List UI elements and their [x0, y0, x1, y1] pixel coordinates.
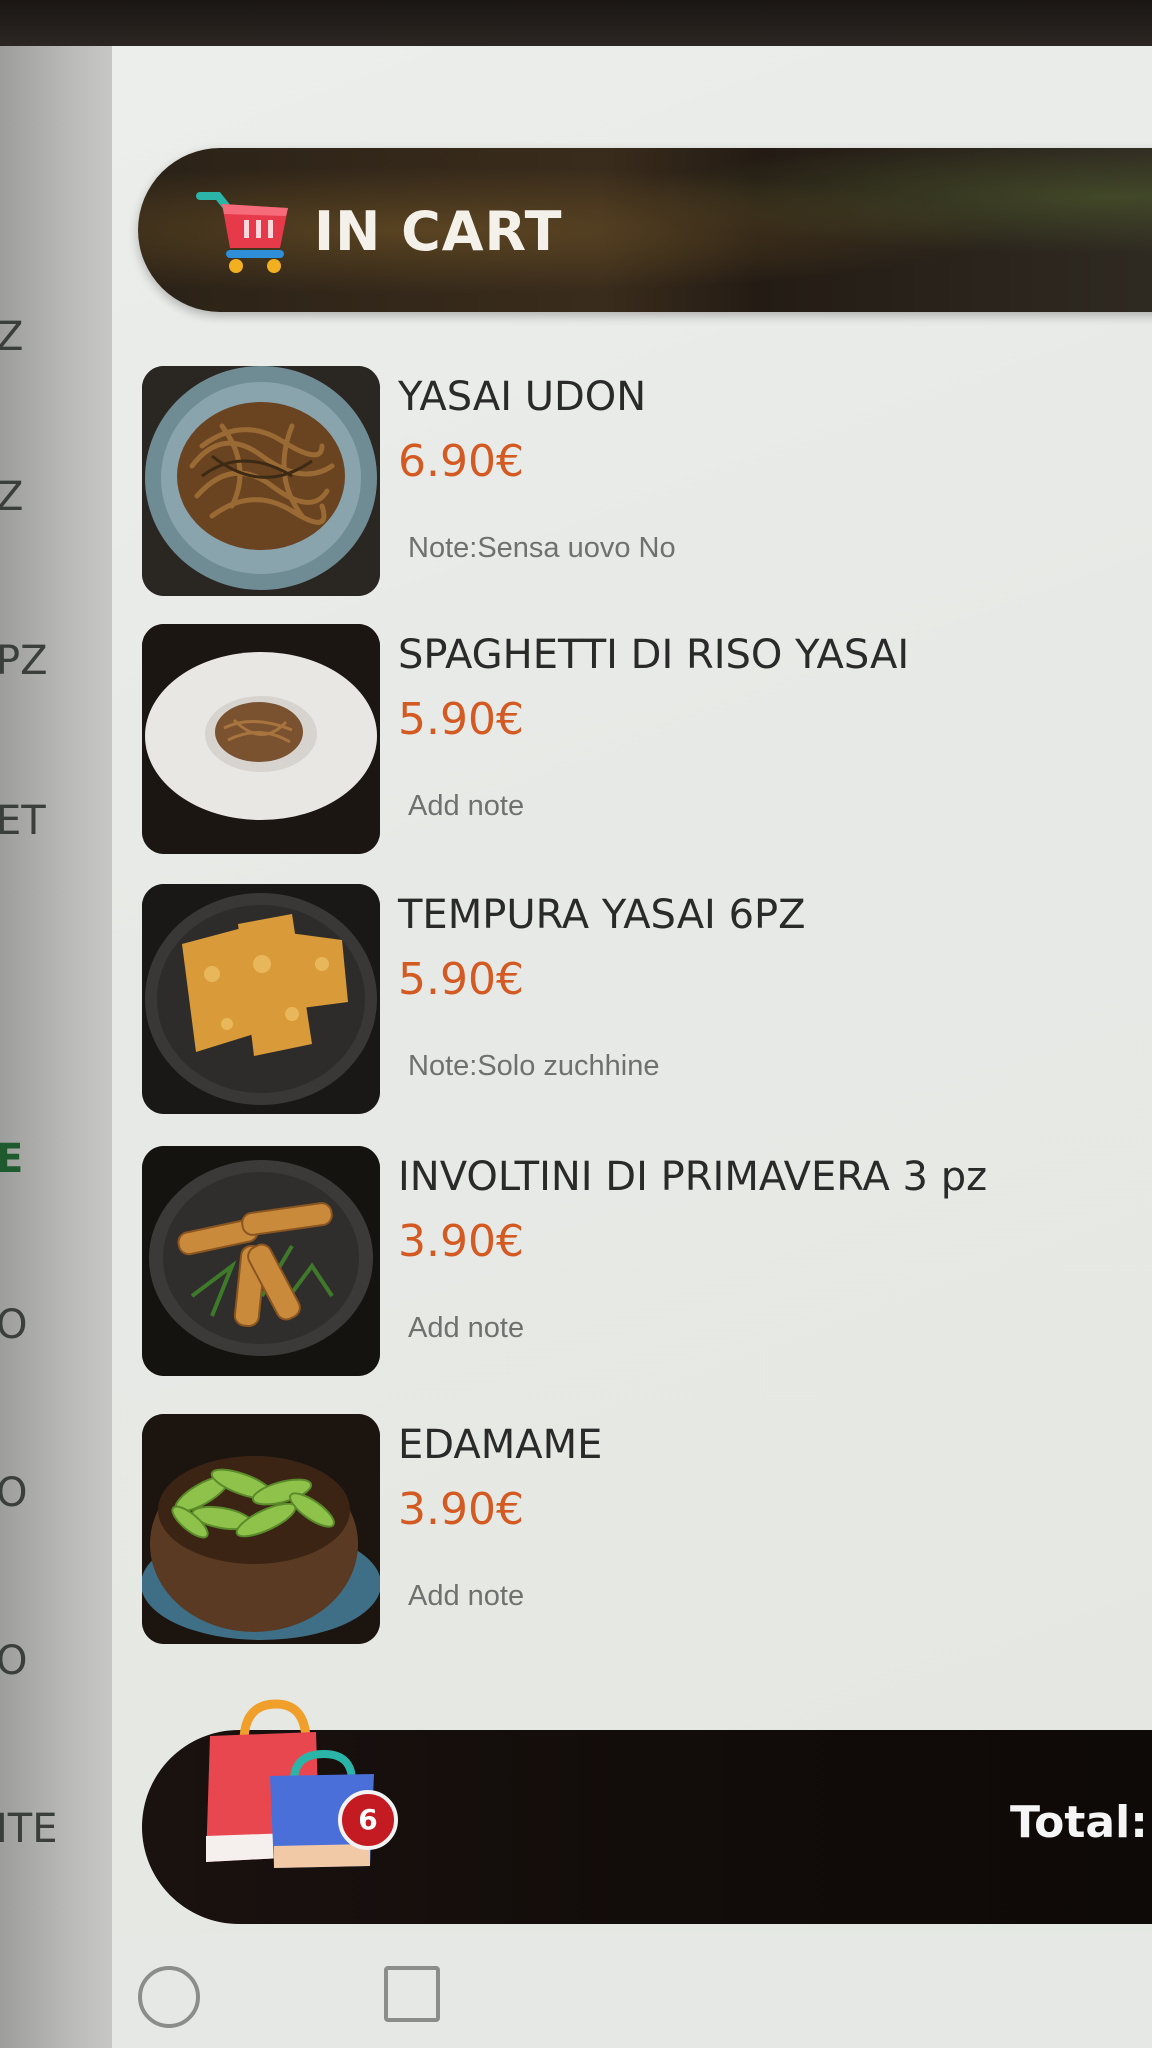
dish-photo: [142, 1146, 380, 1376]
add-note-link[interactable]: Add note: [408, 790, 524, 823]
add-note-link[interactable]: Add note: [408, 1312, 524, 1345]
cart-item[interactable]: SPAGHETTI DI RISO YASAI 5.90€ Add note: [142, 624, 1152, 854]
item-name: SPAGHETTI DI RISO YASAI: [398, 632, 910, 678]
add-note-link[interactable]: Add note: [408, 1580, 524, 1613]
item-name: YASAI UDON: [398, 374, 647, 420]
category-item[interactable]: ET: [0, 798, 46, 844]
item-name: INVOLTINI DI PRIMAVERA 3 pz: [398, 1154, 988, 1200]
item-price: 3.90€: [398, 1484, 524, 1535]
cart-item[interactable]: INVOLTINI DI PRIMAVERA 3 pz 3.90€ Add no…: [142, 1146, 1152, 1376]
device-bezel: [0, 0, 1152, 46]
cart-count-badge: 6: [338, 1790, 398, 1850]
item-price: 3.90€: [398, 1216, 524, 1267]
category-item[interactable]: Z: [0, 474, 23, 520]
cart-item[interactable]: YASAI UDON 6.90€ Note:Sensa uovo No: [142, 366, 1152, 596]
cart-title: IN CART: [314, 200, 563, 263]
category-item[interactable]: O: [0, 1302, 27, 1348]
category-item[interactable]: PZ: [0, 638, 48, 684]
dish-photo: [142, 1414, 380, 1644]
cart-icon: [196, 192, 288, 273]
item-price: 5.90€: [398, 694, 524, 745]
category-item-active[interactable]: E: [0, 1136, 23, 1182]
cart-item[interactable]: TEMPURA YASAI 6PZ 5.90€ Note:Solo zuchhi…: [142, 884, 1152, 1114]
item-price: 5.90€: [398, 954, 524, 1005]
cart-item[interactable]: EDAMAME 3.90€ Add note: [142, 1414, 1152, 1644]
item-price: 6.90€: [398, 436, 524, 487]
total-label: Total: 2: [1010, 1797, 1152, 1848]
dish-photo: [142, 884, 380, 1114]
home-circle-icon[interactable]: [138, 1966, 200, 2028]
dish-photo: [142, 366, 380, 596]
item-name: TEMPURA YASAI 6PZ: [398, 892, 806, 938]
category-item[interactable]: O: [0, 1638, 27, 1684]
item-note[interactable]: Note:Solo zuchhine: [408, 1050, 660, 1083]
system-nav-bar: [112, 1934, 1152, 2048]
category-item[interactable]: O: [0, 1470, 27, 1516]
category-item[interactable]: Z: [0, 314, 23, 360]
cart-header: IN CART: [138, 148, 1152, 312]
item-name: EDAMAME: [398, 1422, 603, 1468]
category-sidebar: Z Z PZ ET E O O O ITE: [0, 46, 112, 2048]
recents-square-icon[interactable]: [384, 1966, 440, 2022]
item-note[interactable]: Note:Sensa uovo No: [408, 532, 676, 565]
category-item[interactable]: ITE: [0, 1806, 58, 1852]
dish-photo: [142, 624, 380, 854]
